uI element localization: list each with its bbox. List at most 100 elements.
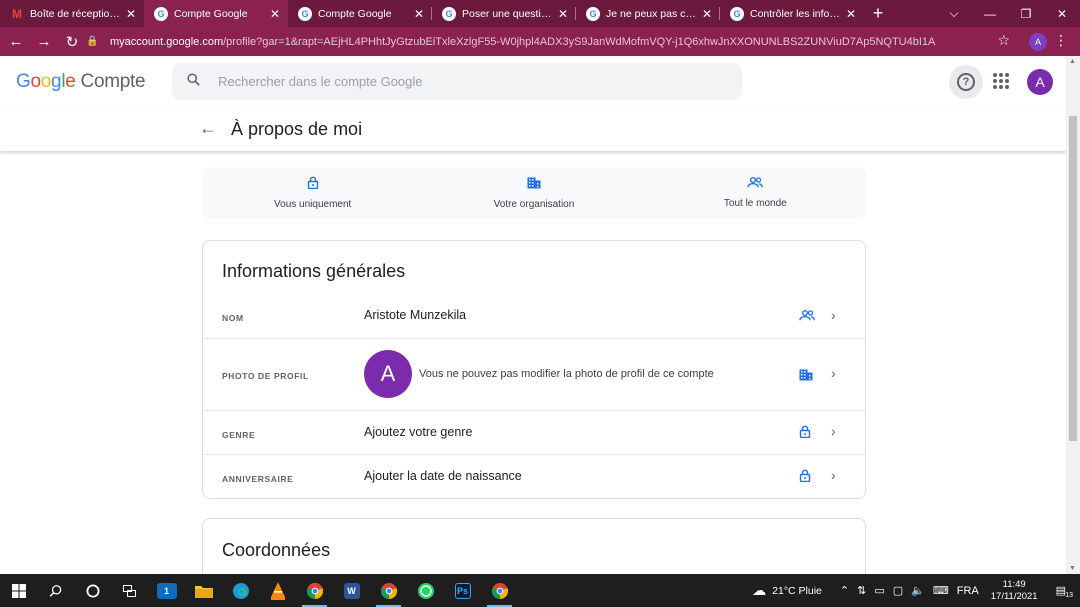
tab-compte-google-active[interactable]: G Compte Google ✕: [144, 0, 288, 27]
row-label: PHOTO DE PROFIL: [222, 371, 309, 381]
windows-start-icon[interactable]: [0, 574, 37, 607]
chevron-right-icon[interactable]: ›: [831, 365, 836, 381]
google-compte-logo[interactable]: Google Compte: [16, 71, 146, 93]
tab-je-ne-peux-pas[interactable]: G Je ne peux pas chang ✕: [576, 0, 720, 27]
mail-icon[interactable]: 1: [148, 574, 185, 607]
scrollbar-thumb[interactable]: [1069, 116, 1077, 441]
bookmark-star-icon[interactable]: ☆: [997, 32, 1010, 49]
chevron-right-icon[interactable]: ›: [831, 423, 836, 439]
new-tab-button[interactable]: +: [864, 0, 892, 27]
page-title: À propos de moi: [231, 119, 363, 139]
account-avatar[interactable]: A: [1027, 69, 1053, 95]
window-controls: ⌵ — ❐ ✕: [936, 0, 1080, 27]
page-scrollbar[interactable]: ▲ ▼: [1066, 56, 1080, 574]
tab-search-icon[interactable]: ⌵: [936, 0, 972, 27]
close-icon[interactable]: ✕: [700, 7, 714, 21]
chevron-right-icon[interactable]: ›: [831, 467, 836, 483]
reload-icon[interactable]: ↻: [60, 30, 84, 54]
chrome-profile-2-icon[interactable]: [370, 574, 407, 607]
tab-title: Poser une question - (: [462, 7, 552, 20]
people-icon: [747, 177, 764, 191]
taskbar-search-icon[interactable]: [37, 574, 74, 607]
browser-toolbar: ← → ↻ 🔒 myaccount.google.com/profile?gar…: [0, 27, 1080, 56]
row-label: NOM: [222, 313, 244, 323]
task-view-icon[interactable]: [111, 574, 148, 607]
volume-icon[interactable]: 🔈: [911, 584, 925, 597]
forward-arrow-icon[interactable]: →: [32, 30, 56, 54]
google-icon: G: [586, 6, 600, 21]
tab-controler-informations[interactable]: G Contrôler les informat ✕: [720, 0, 864, 27]
row-value: Aristote Munzekila: [364, 308, 467, 322]
vlc-icon[interactable]: [259, 574, 296, 607]
back-arrow-icon[interactable]: ←: [4, 30, 28, 54]
clock-date: 17/11/2021: [990, 590, 1038, 602]
clock[interactable]: 11:49 17/11/2021: [991, 579, 1038, 603]
system-tray: ☁ 21°C Pluie ⌃ ⇅ ▭ ▢ 🔈 ⌨ FRA 11:49 17/11…: [752, 574, 1080, 607]
google-apps-icon[interactable]: [993, 73, 1009, 89]
weather-widget[interactable]: ☁ 21°C Pluie: [752, 582, 822, 599]
word-icon[interactable]: W: [333, 574, 370, 607]
account-search-box[interactable]: [172, 63, 742, 100]
tab-poser-question[interactable]: G Poser une question - ( ✕: [432, 0, 576, 27]
close-icon[interactable]: ✕: [844, 7, 858, 21]
chrome-menu-icon[interactable]: ⋮: [1054, 32, 1068, 49]
display-icon[interactable]: ▢: [893, 584, 903, 597]
card-title: Informations générales: [222, 261, 406, 281]
legend-label: Vous uniquement: [274, 199, 352, 210]
row-value: Ajouter la date de naissance: [364, 469, 522, 483]
tab-gmail[interactable]: M Boîte de réception - c ✕: [0, 0, 144, 27]
google-icon: G: [730, 6, 744, 21]
network-icon[interactable]: ⇅: [857, 584, 866, 597]
card-title: Coordonnées: [222, 540, 331, 560]
help-button[interactable]: ?: [949, 65, 983, 99]
chrome-profile-1-icon[interactable]: [296, 574, 333, 607]
close-icon[interactable]: ✕: [268, 7, 282, 21]
search-input[interactable]: [218, 74, 698, 89]
address-bar[interactable]: 🔒 myaccount.google.com/profile?gar=1&rap…: [86, 30, 1024, 53]
lock-icon: [799, 469, 811, 487]
tab-title: Je ne peux pas chang: [606, 7, 696, 20]
visibility-legend: Vous uniquement Votre organisation Tout …: [202, 167, 866, 219]
language-indicator[interactable]: FRA: [957, 585, 979, 597]
window-close-icon[interactable]: ✕: [1044, 0, 1080, 27]
row-profile-photo[interactable]: PHOTO DE PROFIL A Vous ne pouvez pas mod…: [203, 339, 865, 411]
lock-icon: [307, 176, 319, 192]
file-explorer-icon[interactable]: [185, 574, 222, 607]
tab-title: Boîte de réception - c: [30, 7, 120, 20]
notification-center-icon[interactable]: ▤ 13: [1056, 584, 1073, 599]
edge-browser-icon[interactable]: [222, 574, 259, 607]
row-gender[interactable]: GENRE Ajoutez votre genre ›: [203, 411, 865, 455]
keyboard-icon[interactable]: ⌨: [933, 584, 949, 597]
tab-compte-google[interactable]: G Compte Google ✕: [288, 0, 432, 27]
windows-taskbar: 1 W Ps ☁ 21°C Pluie ⌃ ⇅ ▭ ▢ 🔈 ⌨ FRA 11:4…: [0, 574, 1080, 607]
photoshop-icon[interactable]: Ps: [444, 574, 481, 607]
back-arrow-icon[interactable]: ←: [199, 118, 217, 139]
google-icon: G: [442, 6, 456, 21]
battery-icon[interactable]: ▭: [874, 584, 884, 597]
row-birthday[interactable]: ANNIVERSAIRE Ajouter la date de naissanc…: [203, 455, 865, 499]
search-icon[interactable]: [186, 72, 206, 91]
chevron-up-icon[interactable]: ⌃: [840, 584, 849, 597]
cortana-icon[interactable]: [74, 574, 111, 607]
chrome-profile-3-icon[interactable]: [481, 574, 518, 607]
tab-title: Compte Google: [318, 7, 392, 20]
building-icon: [527, 177, 541, 192]
browser-tab-strip: M Boîte de réception - c ✕ G Compte Goog…: [0, 0, 1080, 27]
minimize-icon[interactable]: —: [972, 0, 1008, 27]
row-value: Vous ne pouvez pas modifier la photo de …: [419, 368, 714, 380]
row-label: ANNIVERSAIRE: [222, 474, 294, 484]
scroll-down-icon[interactable]: ▼: [1069, 565, 1076, 572]
restore-icon[interactable]: ❐: [1008, 0, 1044, 27]
legend-label: Tout le monde: [723, 198, 787, 209]
whatsapp-icon[interactable]: [407, 574, 444, 607]
close-icon[interactable]: ✕: [556, 7, 570, 21]
chevron-right-icon[interactable]: ›: [831, 307, 836, 323]
scroll-up-icon[interactable]: ▲: [1069, 58, 1076, 65]
profile-photo-avatar: A: [364, 350, 412, 398]
close-icon[interactable]: ✕: [124, 7, 138, 21]
mail-badge: 1: [156, 582, 177, 599]
padlock-icon[interactable]: 🔒: [86, 36, 100, 47]
close-icon[interactable]: ✕: [412, 7, 426, 21]
row-name[interactable]: NOM Aristote Munzekila ›: [203, 293, 865, 339]
chrome-profile-avatar[interactable]: A: [1029, 33, 1047, 51]
